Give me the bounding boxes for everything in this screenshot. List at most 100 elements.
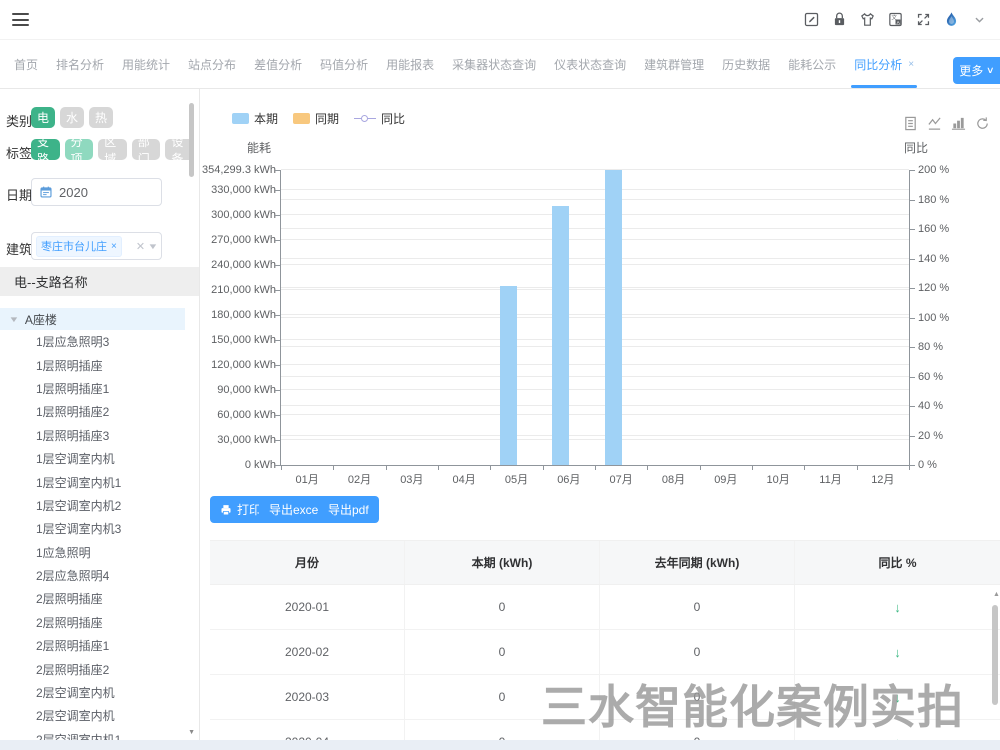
tab-历史数据[interactable]: 历史数据 <box>713 40 779 88</box>
fullscreen-icon[interactable] <box>914 11 932 29</box>
y2-axis-tick <box>909 377 915 378</box>
topbar: 文A <box>0 0 1000 40</box>
tab-label: 采集器状态查询 <box>452 56 536 73</box>
tag-chip-区域[interactable]: 区域 <box>98 139 127 160</box>
category-chip-热[interactable]: 热 <box>89 107 113 128</box>
tab-仪表状态查询[interactable]: 仪表状态查询 <box>545 40 635 88</box>
x-axis-label: 12月 <box>857 471 909 487</box>
tab-排名分析[interactable]: 排名分析 <box>47 40 113 88</box>
tab-码值分析[interactable]: 码值分析 <box>311 40 377 88</box>
tree-node[interactable]: 1层照明插座1 <box>0 377 185 400</box>
tab-差值分析[interactable]: 差值分析 <box>245 40 311 88</box>
export-pdf-label: 导出pdf <box>328 501 369 518</box>
legend-item-present[interactable]: 本期 <box>232 110 278 127</box>
export-pdf-button[interactable]: 导出pdf <box>318 496 379 523</box>
category-chips: 电水热 <box>31 107 118 128</box>
tab-建筑群管理[interactable]: 建筑群管理 <box>635 40 713 88</box>
trend-down-icon: ↓ <box>795 675 1000 719</box>
app-logo[interactable] <box>942 11 960 29</box>
horizontal-scrollbar-track[interactable] <box>0 740 1000 750</box>
tab-首页[interactable]: 首页 <box>5 40 47 88</box>
tree-node[interactable]: 1层应急照明3 <box>0 330 185 353</box>
bar-07月[interactable] <box>605 170 622 465</box>
y-axis-tick-label: 330,000 kWh <box>200 184 276 196</box>
tab-label: 码值分析 <box>320 56 368 73</box>
y-axis-tick-label: 60,000 kWh <box>200 409 276 421</box>
tab-用能报表[interactable]: 用能报表 <box>377 40 443 88</box>
cell-current: 0 <box>405 675 600 719</box>
tree-node[interactable]: 2层空调室内机 <box>0 681 185 704</box>
tag-chip-支路[interactable]: 支路 <box>31 139 60 160</box>
tree-parent-node[interactable]: ▼ A座楼 <box>0 308 185 330</box>
tab-能耗公示[interactable]: 能耗公示 <box>779 40 845 88</box>
tree-node[interactable]: 2层照明插座2 <box>0 657 185 680</box>
table-scrollbar[interactable] <box>992 605 998 705</box>
tree-node[interactable]: 1层空调室内机1 <box>0 470 185 493</box>
category-chip-水[interactable]: 水 <box>60 107 84 128</box>
bar-06月[interactable] <box>552 206 569 465</box>
tab-采集器状态查询[interactable]: 采集器状态查询 <box>443 40 545 88</box>
chevron-down-icon[interactable] <box>970 11 988 29</box>
x-axis-label: 10月 <box>752 471 804 487</box>
tree-node[interactable]: 1层照明插座2 <box>0 400 185 423</box>
tag-remove-icon[interactable]: × <box>111 241 117 252</box>
tree-node[interactable]: 1层照明插座 <box>0 353 185 376</box>
menu-toggle-icon[interactable] <box>12 13 29 26</box>
data-view-icon[interactable] <box>903 116 918 131</box>
tree-list: 1层应急照明31层照明插座1层照明插座11层照明插座21层照明插座31层空调室内… <box>0 330 185 750</box>
lock-icon[interactable] <box>830 11 848 29</box>
edit-note-icon[interactable] <box>802 11 820 29</box>
tree-node[interactable]: 2层照明插座 <box>0 587 185 610</box>
restore-icon[interactable] <box>975 116 990 131</box>
legend-item-yoy[interactable]: 同比 <box>354 110 405 127</box>
y-axis-tick-label: 30,000 kWh <box>200 434 276 446</box>
tree-expand-icon[interactable]: ▼ <box>8 315 19 324</box>
gridline <box>281 414 909 415</box>
tab-label: 用能统计 <box>122 56 170 73</box>
tree-node[interactable]: 2层照明插座1 <box>0 634 185 657</box>
gridline <box>281 346 909 347</box>
gridline <box>281 214 909 215</box>
bar-chart-icon[interactable] <box>951 116 966 131</box>
category-chip-电[interactable]: 电 <box>31 107 55 128</box>
tree-node[interactable]: 2层照明插座 <box>0 611 185 634</box>
tree-node[interactable]: 1层空调室内机 <box>0 447 185 470</box>
x-axis-label: 04月 <box>438 471 490 487</box>
tab-list: 首页排名分析用能统计站点分布差值分析码值分析用能报表采集器状态查询仪表状态查询建… <box>5 40 923 88</box>
gridline <box>281 435 909 436</box>
line-chart-icon[interactable] <box>927 116 942 131</box>
tab-label: 建筑群管理 <box>644 56 704 73</box>
tree-node[interactable]: 1应急照明 <box>0 541 185 564</box>
translate-icon[interactable]: 文A <box>886 11 904 29</box>
tab-用能统计[interactable]: 用能统计 <box>113 40 179 88</box>
y-axis-tick <box>275 265 280 266</box>
tree-node[interactable]: 2层空调室内机 <box>0 704 185 727</box>
more-button[interactable]: 更多 ∨ <box>953 57 1000 84</box>
y2-axis-tick-label: 200 % <box>918 164 949 176</box>
tab-label: 同比分析 <box>854 56 902 73</box>
tree-node[interactable]: 1层空调室内机3 <box>0 517 185 540</box>
table-scroll-up-icon[interactable]: ▲ <box>993 591 1000 598</box>
column-header: 去年同期 (kWh) <box>600 541 795 584</box>
legend-item-same-period[interactable]: 同期 <box>293 110 339 127</box>
sidebar-scrollbar[interactable] <box>189 103 194 177</box>
sidebar-scroll-down-icon[interactable]: ▼ <box>188 729 195 736</box>
tree-node[interactable]: 1层照明插座3 <box>0 424 185 447</box>
tab-同比分析[interactable]: 同比分析 × <box>845 40 923 88</box>
tab-close-icon[interactable]: × <box>908 59 914 70</box>
select-clear-icon[interactable]: ✕ <box>136 240 145 253</box>
y2-axis-tick-label: 100 % <box>918 312 949 324</box>
tree-node[interactable]: 2层应急照明4 <box>0 564 185 587</box>
theme-shirt-icon[interactable] <box>858 11 876 29</box>
tag-chip-部门[interactable]: 部门 <box>132 139 161 160</box>
tag-chip-分项[interactable]: 分项 <box>65 139 94 160</box>
tab-站点分布[interactable]: 站点分布 <box>179 40 245 88</box>
cell-month: 2020-03 <box>210 675 405 719</box>
building-select[interactable]: 枣庄市台儿庄 × ✕ ▼ <box>31 232 162 260</box>
table-body: 2020-0100↓2020-0200↓2020-0300↓2020-0400↓ <box>210 585 1000 750</box>
y2-axis-tick <box>909 200 915 201</box>
date-input[interactable]: 2020 <box>31 178 162 206</box>
tree-node[interactable]: 1层空调室内机2 <box>0 494 185 517</box>
gridline <box>281 289 909 290</box>
bar-05月[interactable] <box>500 286 517 465</box>
